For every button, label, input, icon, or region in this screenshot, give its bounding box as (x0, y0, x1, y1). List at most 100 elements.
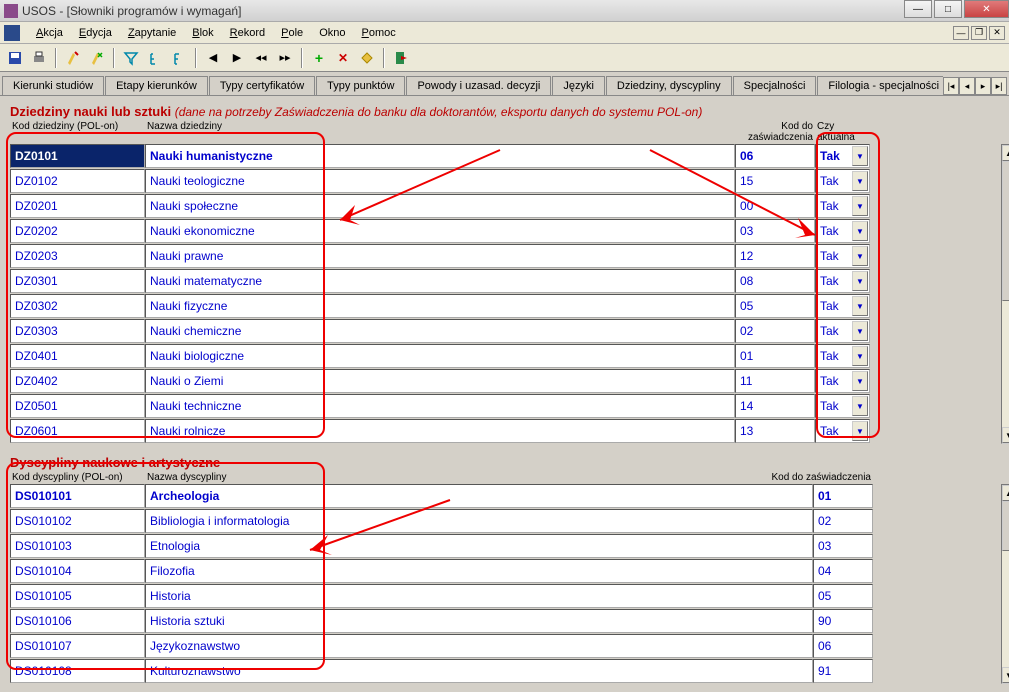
menu-okno[interactable]: Okno (311, 25, 353, 41)
menu-edycja[interactable]: Edycja (71, 25, 120, 41)
cell-nazwa[interactable]: Nauki chemiczne (145, 319, 735, 343)
table-row[interactable]: DS010106Historia sztuki90 (10, 609, 999, 633)
cell-zasw[interactable]: 12 (735, 244, 815, 268)
cell-nazwa[interactable]: Nauki rolnicze (145, 419, 735, 443)
next-record-icon[interactable]: ▶ (226, 47, 248, 69)
print-icon[interactable] (28, 47, 50, 69)
cell-zasw[interactable]: 91 (813, 659, 873, 683)
table-row[interactable]: DZ0401Nauki biologiczne01Tak▼ (10, 344, 999, 368)
close-button[interactable]: ✕ (964, 0, 1009, 18)
table-row[interactable]: DZ0302Nauki fizyczne05Tak▼ (10, 294, 999, 318)
cell-zasw[interactable]: 00 (735, 194, 815, 218)
table-row[interactable]: DZ0303Nauki chemiczne02Tak▼ (10, 319, 999, 343)
cell-nazwa[interactable]: Nauki teologiczne (145, 169, 735, 193)
cell-akt[interactable]: Tak▼ (815, 419, 870, 443)
tab-scroll-last[interactable]: ▸| (991, 77, 1007, 95)
clear-record-icon[interactable] (356, 47, 378, 69)
cell-nazwa[interactable]: Bibliologia i informatologia (145, 509, 813, 533)
table-row[interactable]: DS010107Językoznawstwo06 (10, 634, 999, 658)
cell-kod[interactable]: DS010103 (10, 534, 145, 558)
cell-nazwa[interactable]: Językoznawstwo (145, 634, 813, 658)
tab-scroll-next[interactable]: ▸ (975, 77, 991, 95)
cell-kod[interactable]: DS010108 (10, 659, 145, 683)
scroll-track[interactable] (1002, 161, 1009, 427)
scroll-up[interactable]: ▲ (1002, 145, 1009, 161)
tab-2[interactable]: Typy certyfikatów (209, 76, 315, 95)
cell-zasw[interactable]: 04 (813, 559, 873, 583)
cell-kod[interactable]: DS010106 (10, 609, 145, 633)
query-execute-icon[interactable] (86, 47, 108, 69)
dropdown-icon[interactable]: ▼ (852, 221, 868, 241)
cell-zasw[interactable]: 03 (735, 219, 815, 243)
table-row[interactable]: DS010102Bibliologia i informatologia02 (10, 509, 999, 533)
cell-nazwa[interactable]: Kulturoznawstwo (145, 659, 813, 683)
dropdown-icon[interactable]: ▼ (852, 146, 868, 166)
menu-pomoc[interactable]: Pomoc (353, 25, 403, 41)
cell-akt[interactable]: Tak▼ (815, 244, 870, 268)
cell-kod[interactable]: DZ0401 (10, 344, 145, 368)
exit-icon[interactable] (390, 47, 412, 69)
scroll2-thumb[interactable] (1002, 501, 1009, 551)
cell-kod[interactable]: DS010102 (10, 509, 145, 533)
menu-rekord[interactable]: Rekord (222, 25, 273, 41)
save-icon[interactable] (4, 47, 26, 69)
cell-zasw[interactable]: 15 (735, 169, 815, 193)
sort-asc-icon[interactable] (144, 47, 166, 69)
cell-kod[interactable]: DZ0402 (10, 369, 145, 393)
cell-kod[interactable]: DZ0501 (10, 394, 145, 418)
mdi-minimize[interactable]: — (953, 26, 969, 40)
cell-zasw[interactable]: 01 (735, 344, 815, 368)
cell-kod[interactable]: DZ0102 (10, 169, 145, 193)
delete-record-icon[interactable]: ✕ (332, 47, 354, 69)
menu-pole[interactable]: Pole (273, 25, 311, 41)
cell-nazwa[interactable]: Nauki biologiczne (145, 344, 735, 368)
table-row[interactable]: DZ0101Nauki humanistyczne06Tak▼ (10, 144, 999, 168)
cell-zasw[interactable]: 90 (813, 609, 873, 633)
cell-nazwa[interactable]: Nauki fizyczne (145, 294, 735, 318)
tab-0[interactable]: Kierunki studiów (2, 76, 104, 95)
cell-nazwa[interactable]: Nauki społeczne (145, 194, 735, 218)
table-row[interactable]: DZ0301Nauki matematyczne08Tak▼ (10, 269, 999, 293)
dropdown-icon[interactable]: ▼ (852, 271, 868, 291)
first-record-icon[interactable]: ◀ (202, 47, 224, 69)
cell-zasw[interactable]: 14 (735, 394, 815, 418)
cell-zasw[interactable]: 08 (735, 269, 815, 293)
cell-akt[interactable]: Tak▼ (815, 319, 870, 343)
table-row[interactable]: DZ0102Nauki teologiczne15Tak▼ (10, 169, 999, 193)
cell-kod[interactable]: DS010105 (10, 584, 145, 608)
dropdown-icon[interactable]: ▼ (852, 396, 868, 416)
table-row[interactable]: DZ0202Nauki ekonomiczne03Tak▼ (10, 219, 999, 243)
table-row[interactable]: DS010101Archeologia01 (10, 484, 999, 508)
cell-akt[interactable]: Tak▼ (815, 369, 870, 393)
scroll2-down[interactable]: ▼ (1002, 667, 1009, 683)
menu-akcja[interactable]: Akcja (28, 25, 71, 41)
cell-nazwa[interactable]: Historia (145, 584, 813, 608)
cell-kod[interactable]: DZ0202 (10, 219, 145, 243)
cell-akt[interactable]: Tak▼ (815, 394, 870, 418)
tab-4[interactable]: Powody i uzasad. decyzji (406, 76, 551, 95)
cell-zasw[interactable]: 06 (735, 144, 815, 168)
insert-record-icon[interactable]: + (308, 47, 330, 69)
table-row[interactable]: DS010103Etnologia03 (10, 534, 999, 558)
cell-kod[interactable]: DZ0601 (10, 419, 145, 443)
cell-zasw[interactable]: 05 (813, 584, 873, 608)
cell-nazwa[interactable]: Nauki prawne (145, 244, 735, 268)
cell-zasw[interactable]: 06 (813, 634, 873, 658)
table-row[interactable]: DZ0601Nauki rolnicze13Tak▼ (10, 419, 999, 443)
cell-zasw[interactable]: 01 (813, 484, 873, 508)
cell-kod[interactable]: DS010101 (10, 484, 145, 508)
cell-nazwa[interactable]: Nauki humanistyczne (145, 144, 735, 168)
cell-kod[interactable]: DS010107 (10, 634, 145, 658)
cell-nazwa[interactable]: Historia sztuki (145, 609, 813, 633)
table-row[interactable]: DZ0201Nauki społeczne00Tak▼ (10, 194, 999, 218)
cell-kod[interactable]: DZ0302 (10, 294, 145, 318)
menu-blok[interactable]: Blok (184, 25, 221, 41)
filter-icon[interactable] (120, 47, 142, 69)
dropdown-icon[interactable]: ▼ (852, 346, 868, 366)
cell-nazwa[interactable]: Nauki matematyczne (145, 269, 735, 293)
cell-zasw[interactable]: 02 (813, 509, 873, 533)
cell-nazwa[interactable]: Etnologia (145, 534, 813, 558)
table-row[interactable]: DS010108Kulturoznawstwo91 (10, 659, 999, 683)
scroll2-up[interactable]: ▲ (1002, 485, 1009, 501)
cell-kod[interactable]: DZ0303 (10, 319, 145, 343)
